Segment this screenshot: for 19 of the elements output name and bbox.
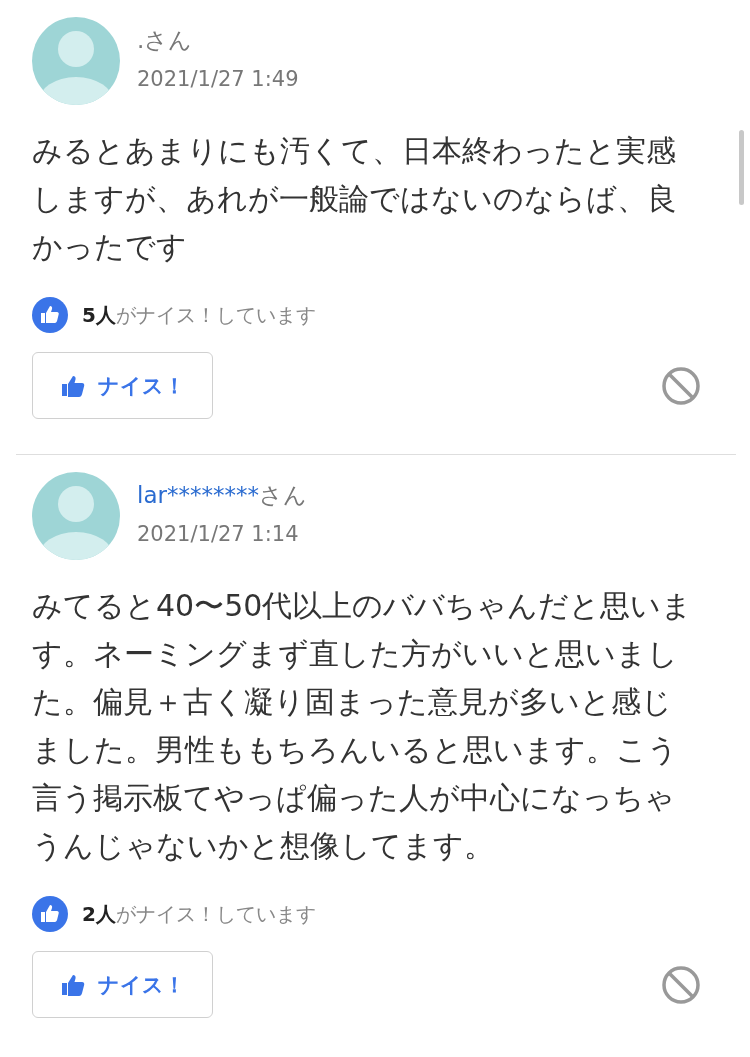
honorific: さん	[258, 482, 307, 508]
scrollbar[interactable]	[739, 130, 744, 205]
likes-count: 2人がナイス！しています	[82, 900, 316, 928]
block-icon[interactable]	[661, 964, 701, 1005]
comment-text: みるとあまりにも汚くて、日本終わったと実感しますが、あれが一般論ではないのならば、良かったです	[32, 132, 678, 266]
thumbs-up-icon	[60, 374, 85, 397]
honorific: さん	[144, 27, 193, 53]
thumbs-up-icon	[32, 896, 68, 932]
nice-button[interactable]: ナイス！	[32, 951, 213, 1018]
block-icon[interactable]	[661, 365, 701, 406]
thumbs-up-icon	[60, 973, 85, 996]
user-name[interactable]: lar********	[137, 482, 259, 508]
user-name: .	[137, 27, 145, 53]
thumbs-up-icon	[32, 297, 68, 333]
comment-text: みてると40〜50代以上のババちゃんだと思います。ネーミングまず直した方がいいと思いました。偏見＋古く凝り固まった意見が多いと感じました。男性ももちろんいると思います。こう言う掲示板てやっぱ偏った人が中心になっちゃうんじゃないかと想像してます。	[32, 587, 694, 865]
timestamp: 2021/1/27 1:49	[137, 67, 299, 91]
likes-count: 5人がナイス！しています	[82, 301, 316, 329]
nice-button[interactable]: ナイス！	[32, 352, 213, 419]
timestamp: 2021/1/27 1:14	[137, 522, 300, 546]
